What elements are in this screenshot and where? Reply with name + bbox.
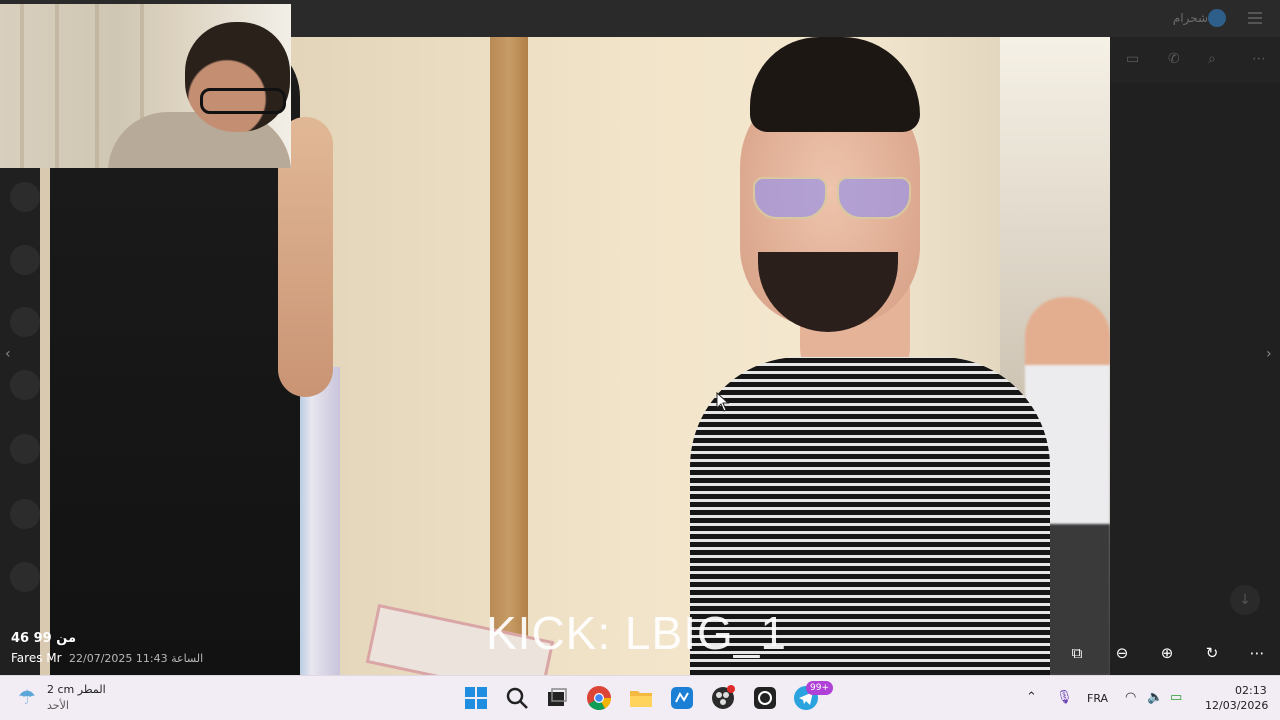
scroll-down-icon[interactable]: ↓	[1230, 585, 1260, 615]
extract-text-icon[interactable]: ⧉	[1067, 643, 1087, 663]
input-language[interactable]: FRA	[1087, 692, 1108, 705]
volume-icon[interactable]: 🔈	[1147, 690, 1163, 705]
weather-temperature[interactable]: 2 cm المطر	[47, 683, 106, 696]
screen: شحرام ▭ ✆ ⌕ ⋯ ‹ › ↓ 46 من 99 Fares Mr 22…	[0, 0, 1280, 720]
next-media-icon[interactable]: ›	[1266, 346, 1272, 362]
microphone-icon[interactable]: 🎙	[1056, 690, 1073, 705]
clock-time[interactable]: 02:13	[1235, 684, 1267, 697]
more-icon[interactable]: ⋯	[1252, 51, 1266, 67]
whiteboard-app-icon[interactable]	[668, 684, 696, 712]
telegram-unread-badge: 99+	[806, 681, 833, 695]
chat-avatar[interactable]	[1208, 9, 1226, 27]
chrome-icon[interactable]	[585, 684, 613, 712]
clock-date[interactable]: 12/03/2026	[1205, 699, 1268, 712]
video-call-icon[interactable]: ▭	[1126, 51, 1139, 67]
camera-app-icon[interactable]	[751, 684, 779, 712]
stream-overlay-text: KICK: LBIG_1	[486, 607, 787, 659]
wifi-icon[interactable]: ◠	[1125, 690, 1136, 705]
weather-rain-icon[interactable]: ☂	[18, 685, 42, 709]
menu-icon[interactable]	[1248, 12, 1262, 24]
chat-list-avatar[interactable]	[10, 307, 40, 337]
chat-list-avatar[interactable]	[10, 499, 40, 529]
windows-taskbar: ☂ 2 cm المطر الأحد 99+ ⌃ 🎙 FRA ◠ 🔈 ▭ 02:…	[0, 675, 1280, 720]
search-icon[interactable]	[503, 684, 531, 712]
chat-list-avatar[interactable]	[10, 434, 40, 464]
chat-title: شحرام	[1172, 11, 1208, 25]
chat-list-avatar[interactable]	[10, 182, 40, 212]
zoom-in-icon[interactable]: ⊕	[1157, 643, 1177, 663]
chat-header: ▭ ✆ ⌕ ⋯	[1110, 37, 1280, 83]
more-icon[interactable]: ⋯	[1247, 643, 1267, 663]
chat-list-avatar[interactable]	[10, 562, 40, 592]
chat-list-avatar[interactable]	[10, 245, 40, 275]
previous-media-icon[interactable]: ‹	[5, 346, 11, 362]
windows-start-icon[interactable]	[462, 684, 490, 712]
battery-icon[interactable]: ▭	[1170, 690, 1182, 705]
rotate-icon[interactable]: ↻	[1202, 643, 1222, 663]
media-timestamp[interactable]: 22/07/2025 الساعة 11:43	[69, 652, 203, 665]
mouse-cursor-icon	[716, 392, 730, 412]
zoom-out-icon[interactable]: ⊖	[1112, 643, 1132, 663]
search-icon[interactable]: ⌕	[1208, 51, 1216, 67]
task-view-icon[interactable]	[543, 684, 571, 712]
obs-icon[interactable]	[709, 684, 737, 712]
file-explorer-icon[interactable]	[627, 684, 655, 712]
show-hidden-icons-icon[interactable]: ⌃	[1026, 690, 1037, 705]
weather-day[interactable]: الأحد	[47, 699, 69, 712]
media-counter: 46 من 99	[11, 631, 76, 646]
webcam-overlay	[0, 4, 291, 168]
phone-icon[interactable]: ✆	[1168, 51, 1180, 67]
media-sender-name[interactable]: Fares Mr	[11, 651, 62, 665]
chat-list-avatar[interactable]	[10, 370, 40, 400]
